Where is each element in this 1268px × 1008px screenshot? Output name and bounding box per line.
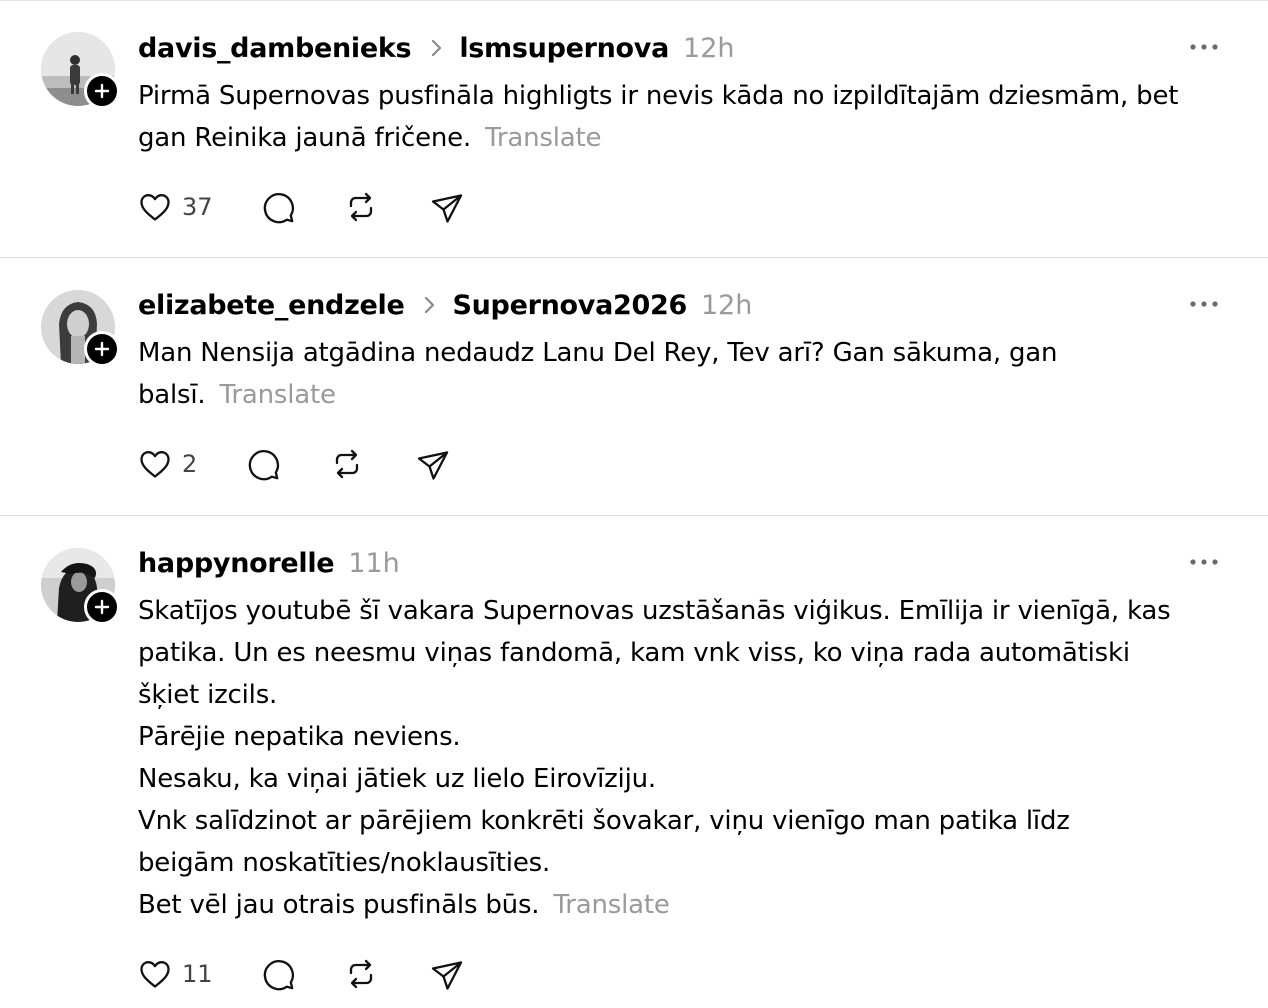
chevron-right-icon [418, 294, 440, 316]
comment-icon [263, 193, 294, 224]
comment-icon [263, 960, 294, 991]
post-header: happynorelle 11h [138, 545, 400, 581]
username[interactable]: elizabete_endzele [138, 290, 405, 321]
plus-icon [94, 83, 110, 99]
community-link[interactable]: Supernova2026 [452, 290, 687, 321]
username[interactable]: happynorelle [138, 548, 335, 579]
avatar-group[interactable] [41, 548, 120, 625]
post-text-line: beigām noskatīties/noklausīties. [138, 848, 551, 878]
share-button[interactable] [414, 444, 452, 484]
post-text-line: Nesaku, ka viņai jātiek uz lielo Eirovīz… [138, 764, 656, 794]
more-icon [1190, 44, 1218, 50]
repost-icon [349, 959, 373, 989]
reply-button[interactable] [259, 187, 297, 227]
post-text-line: Pārējie nepatika neviens. [138, 722, 461, 752]
community-link[interactable]: lsmsupernova [459, 33, 669, 64]
reply-button[interactable] [244, 444, 282, 484]
like-count: 2 [182, 450, 198, 478]
more-options-button[interactable] [1183, 289, 1225, 319]
like-button[interactable]: 37 [136, 187, 213, 227]
heart-icon [140, 961, 170, 988]
post-text-line: balsī. Translate [138, 374, 1213, 416]
send-icon [431, 961, 463, 990]
follow-button[interactable] [84, 73, 120, 109]
plus-icon [94, 341, 110, 357]
like-count: 37 [182, 193, 213, 221]
threads-feed: davis_dambenieks lsmsupernova 12h Pirmā … [0, 0, 1268, 1008]
translate-link[interactable]: Translate [220, 380, 336, 410]
like-button[interactable]: 2 [136, 444, 197, 484]
more-icon [1190, 559, 1218, 565]
timestamp[interactable]: 12h [701, 290, 752, 321]
post-text-line: šķiet izcils. [138, 680, 278, 710]
post-text-fragment: Bet vēl jau otrais pusfināls būs. [138, 890, 540, 920]
more-options-button[interactable] [1183, 547, 1225, 577]
repost-icon [349, 192, 373, 222]
repost-icon [335, 449, 359, 479]
timestamp[interactable]: 11h [348, 548, 399, 579]
more-icon [1190, 301, 1218, 307]
follow-button[interactable] [84, 331, 120, 367]
heart-icon [140, 194, 170, 221]
avatar-group[interactable] [41, 290, 120, 367]
plus-icon [94, 599, 110, 615]
post-header: elizabete_endzele Supernova2026 12h [138, 287, 752, 323]
post-text-line: Bet vēl jau otrais pusfināls būs. Transla… [138, 884, 1213, 926]
post-text-fragment: balsī. [138, 380, 206, 410]
comment-icon [248, 450, 279, 481]
post-3: happynorelle 11h Skatījos youtubē šī vak… [0, 516, 1268, 1008]
post-text-line: Pirmā Supernovas pusfināla highligts ir … [138, 81, 1179, 111]
post-text-line: patika. Un es neesmu viņas fandomā, kam … [138, 638, 1130, 668]
avatar-group[interactable] [41, 32, 120, 109]
translate-link[interactable]: Translate [553, 890, 669, 920]
post-header: davis_dambenieks lsmsupernova 12h [138, 30, 734, 66]
repost-button[interactable] [328, 444, 366, 484]
post-text: Skatījos youtubē šī vakara Supernovas uz… [138, 590, 1213, 926]
post-2: elizabete_endzele Supernova2026 12h Man … [0, 258, 1268, 516]
repost-button[interactable] [342, 954, 380, 994]
send-icon [431, 194, 463, 223]
repost-button[interactable] [342, 187, 380, 227]
share-button[interactable] [428, 187, 466, 227]
post-text: Pirmā Supernovas pusfināla highligts ir … [138, 75, 1213, 159]
post-1: davis_dambenieks lsmsupernova 12h Pirmā … [0, 0, 1268, 258]
post-text-line: Skatījos youtubē šī vakara Supernovas uz… [138, 596, 1171, 626]
post-text-fragment: gan Reinika jaunā fričene. [138, 123, 472, 153]
send-icon [417, 451, 449, 480]
more-options-button[interactable] [1183, 32, 1225, 62]
post-text-line: Man Nensija atgādina nedaudz Lanu Del Re… [138, 338, 1058, 368]
post-text-line: gan Reinika jaunā fričene. Translate [138, 117, 1213, 159]
timestamp[interactable]: 12h [683, 33, 734, 64]
username[interactable]: davis_dambenieks [138, 33, 412, 64]
heart-icon [140, 451, 170, 478]
translate-link[interactable]: Translate [485, 123, 601, 153]
follow-button[interactable] [84, 589, 120, 625]
reply-button[interactable] [259, 954, 297, 994]
chevron-right-icon [425, 37, 447, 59]
like-button[interactable]: 11 [136, 954, 213, 994]
post-text: Man Nensija atgādina nedaudz Lanu Del Re… [138, 332, 1213, 416]
like-count: 11 [182, 960, 213, 988]
share-button[interactable] [428, 954, 466, 994]
post-text-line: Vnk salīdzinot ar pārējiem konkrēti šova… [138, 806, 1070, 836]
